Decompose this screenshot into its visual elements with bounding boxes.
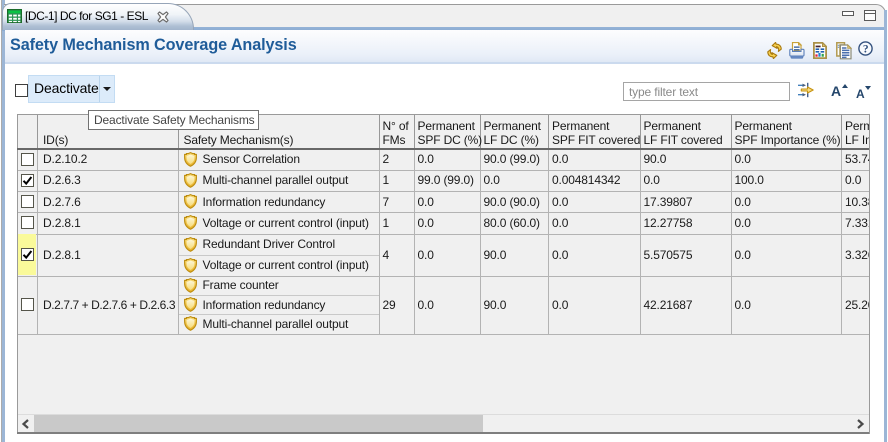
svg-text:?: ? xyxy=(863,44,869,56)
